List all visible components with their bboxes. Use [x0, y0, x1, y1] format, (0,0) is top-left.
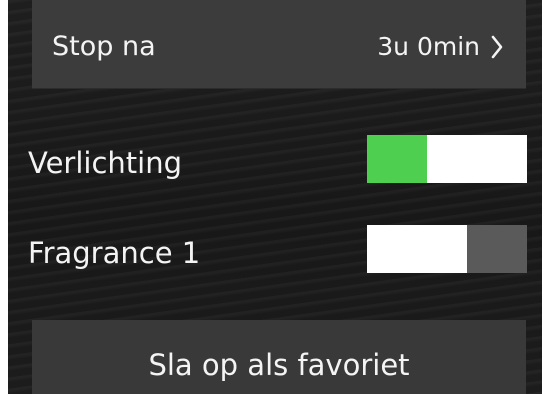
verlichting-label: Verlichting — [28, 146, 183, 180]
stop-timer-row[interactable]: Stop na 3u 0min — [32, 0, 526, 89]
stop-timer-label: Stop na — [52, 31, 156, 62]
verlichting-toggle[interactable] — [367, 135, 527, 183]
save-favorite-button[interactable]: Sla op als favoriet — [32, 320, 526, 394]
fragrance-1-toggle[interactable] — [367, 225, 527, 273]
fragrance-1-toggle-indicator — [467, 225, 527, 273]
verlichting-toggle-indicator — [367, 135, 427, 183]
fragrance-1-label: Fragrance 1 — [28, 236, 201, 270]
save-favorite-label: Sla op als favoriet — [148, 348, 410, 382]
chevron-right-icon — [491, 35, 503, 59]
stop-timer-value: 3u 0min — [377, 32, 480, 61]
settings-panel: Stop na 3u 0min Verlichting Fragrance 1 … — [8, 0, 542, 394]
